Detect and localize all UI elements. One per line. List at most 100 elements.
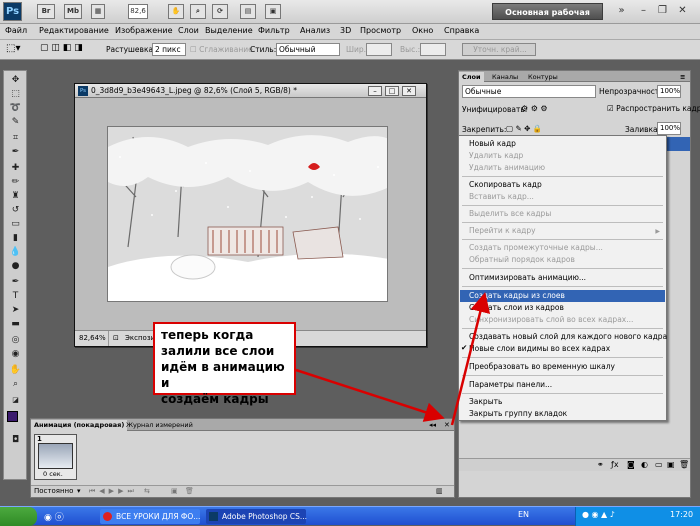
zoom-tool-icon-left[interactable]: ⌕ [8,379,23,390]
unify-icons[interactable]: ⚙ ⚙ ⚙ [521,104,548,113]
taskbar-item-photoshop[interactable]: Adobe Photoshop CS... [206,509,307,524]
menu-item-delete-animation[interactable]: Удалить анимацию [469,162,545,174]
adjustment-layer-icon[interactable]: ◐ [641,459,648,471]
menu-item-optimize-animation[interactable]: Оптимизировать анимацию... [469,272,586,284]
arrange-documents-icon[interactable]: ▤ [240,4,256,19]
rotate-view-icon[interactable]: ⟳ [212,4,228,19]
quick-select-tool-icon[interactable]: ✎ [8,117,23,128]
menu-help[interactable]: Справка [444,26,479,35]
gradient-tool-icon[interactable]: ▮ [8,233,23,244]
new-layer-icon[interactable]: ▣ [667,459,675,471]
menu-item-new-layer-each-frame[interactable]: Создавать новый слой для каждого нового … [469,331,667,343]
doc-close-button[interactable]: ✕ [402,86,416,96]
menu-item-copy-frame[interactable]: Скопировать кадр [469,179,542,191]
zoom-level-box[interactable]: 82,6 [128,4,148,19]
eraser-tool-icon[interactable]: ▭ [8,219,23,230]
brush-tool-icon[interactable]: ✏ [8,177,23,188]
selected-layer-row[interactable] [667,137,690,151]
opacity-input[interactable]: 100% [657,85,681,98]
taskbar-item-browser[interactable]: ВСЕ УРОКИ ДЛЯ ФО... [100,509,200,524]
new-frame-icon[interactable]: ▣ [171,486,178,497]
menu-item-delete-frame[interactable]: Удалить кадр [469,150,523,162]
feather-input[interactable]: 2 пикс [152,43,186,56]
path-select-icon[interactable]: ➤ [8,305,23,316]
menu-image[interactable]: Изображение [115,26,173,35]
layer-mask-icon[interactable]: ◙ [627,459,635,471]
antialias-checkbox[interactable]: ☐ Сглаживание [190,45,253,54]
marquee-tool-icon[interactable]: ⬚ [8,89,23,100]
delete-frame-icon[interactable]: 🗑 [185,486,194,497]
3d-rotate-icon[interactable]: ◎ [8,335,23,346]
menu-item-make-frames-from-layers[interactable]: Создать кадры из слоев [460,290,665,302]
menu-item-select-all-frames[interactable]: Выделить все кадры [469,208,551,220]
clone-stamp-icon[interactable]: ♜ [8,191,23,202]
style-select[interactable]: Обычный [276,43,340,56]
tab-animation[interactable]: Анимация (покадровая) [31,420,128,431]
hand-tool-icon[interactable]: ✋ [8,365,23,376]
delete-layer-icon[interactable]: 🗑 [679,459,689,471]
height-input[interactable] [420,43,446,56]
doc-minimize-button[interactable]: – [368,86,382,96]
doc-maximize-button[interactable]: □ [385,86,399,96]
language-indicator[interactable]: EN [518,510,529,519]
link-layers-icon[interactable]: ⚭ [597,459,604,471]
foreground-color-swatch[interactable] [7,411,18,422]
menu-item-tween[interactable]: Создать промежуточные кадры... [469,242,603,254]
menu-item-close-tab-group[interactable]: Закрыть группу вкладок [469,408,567,420]
hand-icon[interactable]: ✋ [168,4,184,19]
quick-mask-icon[interactable]: ◘ [8,435,23,446]
menu-item-match-layer[interactable]: Синхронизировать слой во всех кадрах... [469,314,633,326]
animation-frame-1[interactable]: 1 0 сек. [34,434,77,480]
tab-measurement-log[interactable]: Журнал измерений [123,420,196,431]
layer-style-icon[interactable]: ƒx [611,459,619,471]
tab-paths[interactable]: Контуры [525,72,561,82]
default-colors-icon[interactable]: ◪ [8,395,23,406]
blend-mode-select[interactable]: Обычные [462,85,596,98]
fill-input[interactable]: 100% [657,122,681,135]
propagate-checkbox[interactable]: ☑ Распространить кадр 1 [607,104,700,113]
menu-select[interactable]: Выделение [205,26,253,35]
minimize-button[interactable]: – [637,4,650,18]
workspace-menu-icon[interactable]: » [615,4,628,18]
menu-3d[interactable]: 3D [340,26,351,35]
tab-layers[interactable]: Слои [459,72,484,82]
menu-window[interactable]: Окно [412,26,433,35]
document-zoom[interactable]: 82,64% [79,331,109,346]
pen-tool-icon[interactable]: ✒ [8,277,23,288]
3d-orbit-icon[interactable]: ◉ [8,349,23,360]
bridge-icon[interactable]: Br [37,4,55,19]
blur-tool-icon[interactable]: 💧 [8,247,23,258]
refine-edge-button[interactable]: Уточн. край... [462,43,536,56]
menu-view[interactable]: Просмотр [360,26,401,35]
loop-dropdown-icon[interactable]: ▾ [77,486,81,497]
loop-select[interactable]: Постоянно [34,486,73,497]
move-tool-icon[interactable]: ✥ [8,75,23,86]
status-info-icon[interactable]: ⊡ [113,331,119,346]
menu-item-new-layers-visible[interactable]: Новые слои видимы во всех кадрах [469,343,610,355]
restore-button[interactable]: ❐ [656,4,669,18]
menu-edit[interactable]: Редактирование [39,26,109,35]
marquee-preset-icon[interactable]: ⬚▾ [6,43,20,54]
selection-mode-icons[interactable]: ▢ ◫ ◧ ◨ [40,43,83,53]
panel-collapse-icon[interactable]: ◂◂ [426,420,439,431]
screen-mode-icon[interactable]: ▣ [265,4,281,19]
menu-item-reverse-frames[interactable]: Обратный порядок кадров [469,254,575,266]
menu-analysis[interactable]: Анализ [300,26,330,35]
menu-item-flatten-frames-into-layers[interactable]: Создать слои из кадров [469,302,564,314]
zoom-tool-icon[interactable]: ⌕ [190,4,206,19]
menu-item-convert-to-timeline[interactable]: Преобразовать во временную шкалу [469,361,615,373]
eyedropper-tool-icon[interactable]: ✒ [8,147,23,158]
type-tool-icon[interactable]: T [8,291,23,302]
playback-controls[interactable]: ⏮◀▶▶⏭ ⇆ [89,486,154,497]
shape-tool-icon[interactable]: ▬ [8,319,23,330]
menu-item-paste-frame[interactable]: Вставить кадр... [469,191,534,203]
menu-item-panel-options[interactable]: Параметры панели... [469,379,552,391]
crop-tool-icon[interactable]: ⌗ [8,133,23,144]
history-brush-icon[interactable]: ↺ [8,205,23,216]
width-input[interactable] [366,43,392,56]
menu-filter[interactable]: Фильтр [258,26,290,35]
close-button[interactable]: ✕ [676,4,689,18]
menu-item-close[interactable]: Закрыть [469,396,502,408]
lock-icons[interactable]: ▢ ✎ ✥ 🔒 [506,124,542,133]
dodge-tool-icon[interactable]: ● [8,261,23,272]
